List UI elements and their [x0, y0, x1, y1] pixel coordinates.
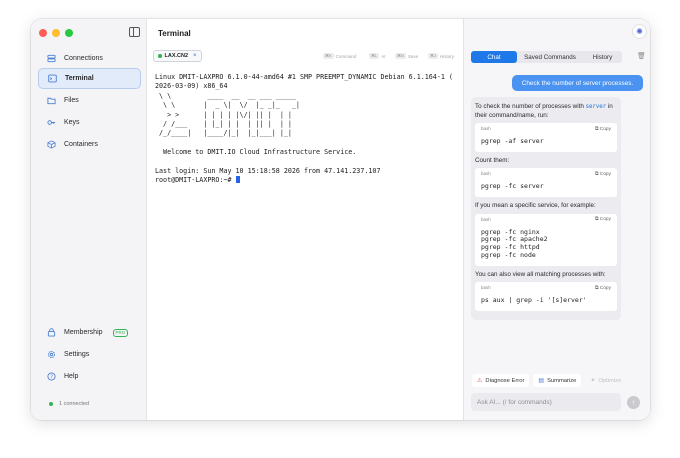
session-tab[interactable]: LAX.CN2 × [153, 50, 202, 62]
optimize-button[interactable]: ✦ Optimize [585, 374, 626, 387]
ai-assistant-icon[interactable]: ✺ [632, 24, 647, 39]
copy-button[interactable]: ⧉ Copy [595, 285, 611, 291]
warning-icon: ⚠ [477, 378, 483, 384]
shortcut-key: ⌘L [369, 53, 380, 59]
user-message: Check the number of server processes. [512, 75, 643, 91]
code-block: bash ⧉ Copy pgrep -af server [475, 123, 617, 152]
response-text: Count them: [475, 156, 510, 164]
inline-code: server [585, 104, 607, 110]
svg-text:?: ? [50, 374, 53, 380]
shortcut-label: AI [381, 53, 386, 59]
sidebar-item-label: Terminal [65, 75, 94, 82]
shortcut-key: ⌘J [428, 53, 438, 59]
tab-history[interactable]: History [583, 51, 622, 63]
ask-ai-input[interactable] [471, 393, 621, 411]
shortcut-label: Command [335, 53, 357, 59]
code-lang: bash [481, 171, 491, 177]
summarize-button[interactable]: ▤ Summarize [533, 374, 582, 387]
sidebar-item-terminal[interactable]: Terminal [38, 68, 141, 89]
response-intro: To check the number of processes with se… [475, 103, 613, 119]
trash-icon[interactable]: 🗑 [637, 52, 646, 60]
code-block: bash ⧉ Copy pgrep -fc nginx pgrep -fc apa… [475, 213, 617, 266]
code-block: bash ⧉ Copy ps aux | grep -i '[s]erver' [475, 282, 617, 312]
sidebar-item-label: Settings [64, 351, 90, 358]
status-dot-icon [49, 402, 53, 406]
sidebar-item-connections[interactable]: Connections [38, 48, 141, 69]
shortcut-key: ⌘N [395, 53, 406, 59]
sidebar-item-label: Connections [64, 55, 103, 62]
send-arrow-icon[interactable]: ↑ [627, 396, 640, 409]
tab-chat[interactable]: Chat [471, 51, 517, 63]
ai-response-bubble: To check the number of processes with se… [471, 97, 621, 321]
sidebar-item-files[interactable]: Files [38, 90, 141, 111]
help-icon: ? [47, 372, 56, 381]
key-icon [47, 118, 56, 127]
code-content[interactable]: pgrep -fc nginx pgrep -fc apache2 pgrep … [475, 225, 617, 266]
server-icon [47, 54, 56, 63]
ai-response: To check the number of processes with se… [471, 97, 650, 365]
copy-button[interactable]: ⧉ Copy [595, 126, 611, 132]
code-lang: bash [481, 126, 491, 131]
close-window-button[interactable] [39, 29, 47, 37]
response-text: If you mean a specific service, for exam… [475, 202, 596, 210]
close-tab-icon[interactable]: × [193, 53, 197, 59]
shortcut-key: ⌘K [323, 53, 334, 59]
sidebar-item-label: Keys [64, 119, 80, 126]
quick-actions: ⚠ Diagnose Error ▤ Summarize ✦ Optimize [472, 374, 626, 387]
sidebar-item-settings[interactable]: Settings [38, 344, 141, 365]
connection-status: 1 connected [49, 401, 89, 407]
minimize-window-button[interactable] [52, 29, 60, 37]
sidebar-item-containers[interactable]: Containers [38, 134, 141, 155]
code-content[interactable]: pgrep -fc server [475, 179, 617, 197]
sidebar-item-label: Files [64, 97, 79, 104]
ai-panel-tabs: Chat Saved Commands History [471, 51, 622, 63]
sidebar-item-label: Help [64, 373, 79, 380]
sidebar: Connections Terminal Files Keys Containe… [31, 19, 147, 420]
pro-badge: PRO [112, 328, 129, 337]
code-block: bash ⧉ Copy pgrep -fc server [475, 168, 617, 198]
code-content[interactable]: pgrep -af server [475, 134, 617, 152]
sidebar-toggle-icon[interactable] [129, 27, 140, 37]
shortcut-save[interactable]: ⌘N Save [395, 53, 418, 59]
terminal-output[interactable]: Linux DMIT-LAXPRO 6.1.0-44-amd64 #1 SMP … [155, 73, 463, 186]
sidebar-item-keys[interactable]: Keys [38, 112, 141, 133]
shortcut-history[interactable]: ⌘J History [428, 53, 454, 59]
terminal-text: Linux DMIT-LAXPRO 6.1.0-44-amd64 #1 SMP … [155, 73, 453, 185]
sidebar-item-label: Membership [64, 329, 103, 336]
sparkle-icon: ✦ [590, 378, 596, 384]
box-icon [47, 140, 56, 149]
code-content[interactable]: ps aux | grep -i '[s]erver' [475, 293, 617, 311]
app-window: Connections Terminal Files Keys Containe… [31, 19, 650, 420]
copy-button[interactable]: ⧉ Copy [595, 171, 611, 177]
sidebar-item-membership[interactable]: Membership PRO [38, 322, 141, 343]
copy-button[interactable]: ⧉ Copy [595, 216, 611, 222]
zoom-window-button[interactable] [65, 29, 73, 37]
ai-panel: ✺ Chat Saved Commands History 🗑 Check th… [463, 19, 650, 420]
terminal-icon [48, 74, 57, 83]
session-tab-label: LAX.CN2 [164, 53, 189, 59]
shortcut-ai[interactable]: ⌘L AI [369, 53, 386, 59]
sidebar-item-help[interactable]: ? Help [38, 366, 141, 387]
response-text: You can also view all matching processes… [475, 270, 606, 278]
shortcut-command[interactable]: ⌘K Command [323, 53, 356, 59]
terminal-cursor [235, 176, 240, 184]
code-lang: bash [481, 285, 491, 291]
lock-icon [47, 328, 56, 337]
connection-count: 1 connected [59, 401, 89, 407]
window-controls [39, 29, 73, 37]
code-lang: bash [481, 216, 491, 222]
tab-saved-commands[interactable]: Saved Commands [517, 51, 583, 63]
document-icon: ▤ [538, 378, 545, 384]
diagnose-error-button[interactable]: ⚠ Diagnose Error [472, 374, 530, 387]
sidebar-item-label: Containers [64, 141, 98, 148]
folder-icon [47, 96, 56, 105]
gear-icon [47, 350, 56, 359]
shortcut-label: Save [407, 53, 419, 59]
shortcut-label: History [440, 53, 455, 59]
status-dot-icon [158, 54, 162, 58]
page-title: Terminal [158, 29, 191, 38]
